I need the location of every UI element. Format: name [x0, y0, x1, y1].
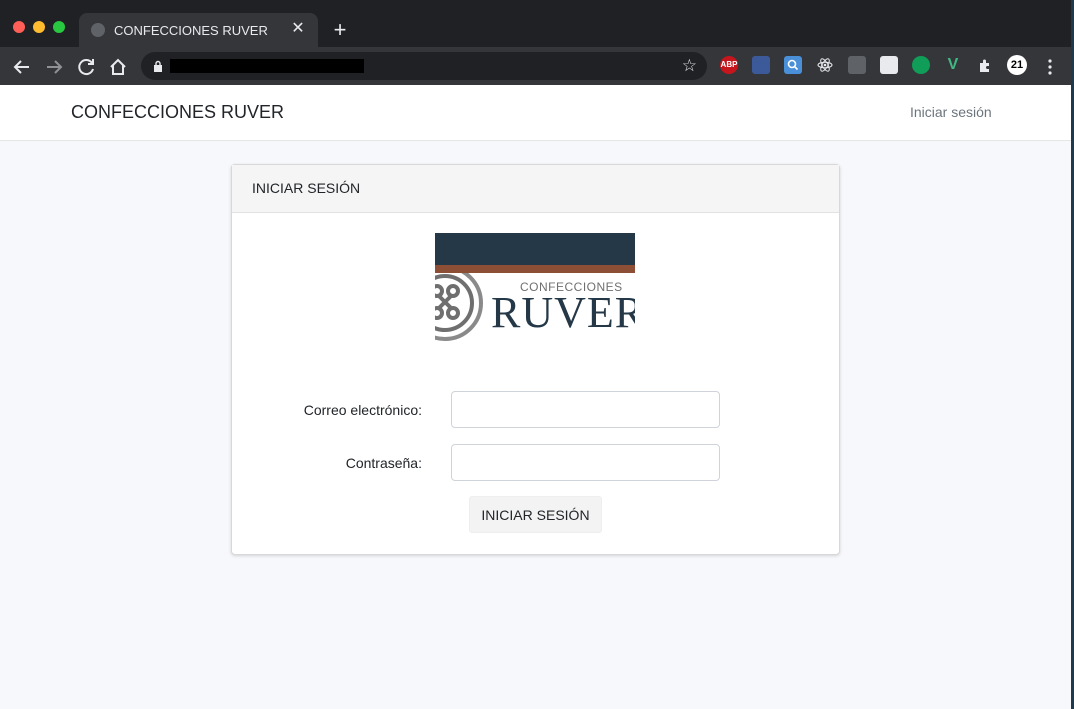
chat-extension-icon[interactable] — [912, 56, 930, 74]
browser-window: CONFECCIONES RUVER ✕ + ☆ ABP V 21 CONFEC… — [0, 0, 1071, 709]
tab-close-icon[interactable]: ✕ — [288, 19, 308, 39]
extension-icon[interactable] — [848, 56, 866, 74]
page-content: CONFECCIONES RUVER Iniciar sesión INICIA… — [0, 85, 1071, 709]
card-title: INICIAR SESIÓN — [252, 180, 361, 196]
maximize-window-icon[interactable] — [53, 21, 65, 33]
extension-icon[interactable] — [752, 56, 770, 74]
extensions-icon[interactable] — [976, 56, 994, 74]
tab-strip: CONFECCIONES RUVER ✕ + — [0, 0, 1071, 47]
password-field[interactable] — [451, 444, 720, 481]
login-card: INICIAR SESIÓN CONFECCIONES RUVER Correo… — [231, 164, 840, 555]
reload-icon[interactable] — [75, 56, 97, 78]
logo-stripe — [435, 265, 635, 273]
login-link[interactable]: Iniciar sesión — [910, 104, 992, 120]
extension-badge-icon[interactable]: 21 — [1007, 55, 1027, 75]
logo-top-band — [435, 233, 635, 265]
back-icon[interactable] — [11, 56, 33, 78]
url-redacted — [170, 59, 364, 73]
company-logo: CONFECCIONES RUVER — [435, 233, 635, 343]
password-label: Contraseña: — [345, 455, 422, 471]
email-label: Correo electrónico: — [303, 402, 422, 418]
vue-devtools-icon[interactable]: V — [944, 56, 962, 74]
browser-toolbar: ☆ ABP V 21 — [0, 47, 1071, 85]
minimize-window-icon[interactable] — [33, 21, 45, 33]
search-extension-icon[interactable] — [784, 56, 802, 74]
react-devtools-icon[interactable] — [816, 56, 834, 74]
email-field[interactable] — [451, 391, 720, 428]
close-window-icon[interactable] — [13, 21, 25, 33]
navbar-brand[interactable]: CONFECCIONES RUVER — [71, 102, 284, 123]
new-tab-icon[interactable]: + — [330, 19, 350, 41]
home-icon[interactable] — [107, 56, 129, 78]
forward-icon[interactable] — [43, 56, 65, 78]
lock-icon — [154, 60, 162, 72]
globe-icon — [91, 23, 105, 37]
button-logo-icon — [435, 273, 483, 341]
navbar: CONFECCIONES RUVER Iniciar sesión — [0, 85, 1071, 141]
browser-tab[interactable]: CONFECCIONES RUVER ✕ — [79, 13, 318, 47]
star-icon[interactable]: ☆ — [682, 55, 697, 77]
adblock-extension-icon[interactable]: ABP — [720, 56, 738, 74]
login-button[interactable]: INICIAR SESIÓN — [469, 496, 602, 533]
logo-big-text: RUVER — [491, 288, 635, 337]
menu-icon[interactable] — [1039, 56, 1061, 78]
address-bar[interactable]: ☆ — [141, 52, 707, 80]
extension-icon[interactable] — [880, 56, 898, 74]
card-header: INICIAR SESIÓN — [232, 165, 839, 213]
tab-title: CONFECCIONES RUVER — [114, 23, 268, 38]
